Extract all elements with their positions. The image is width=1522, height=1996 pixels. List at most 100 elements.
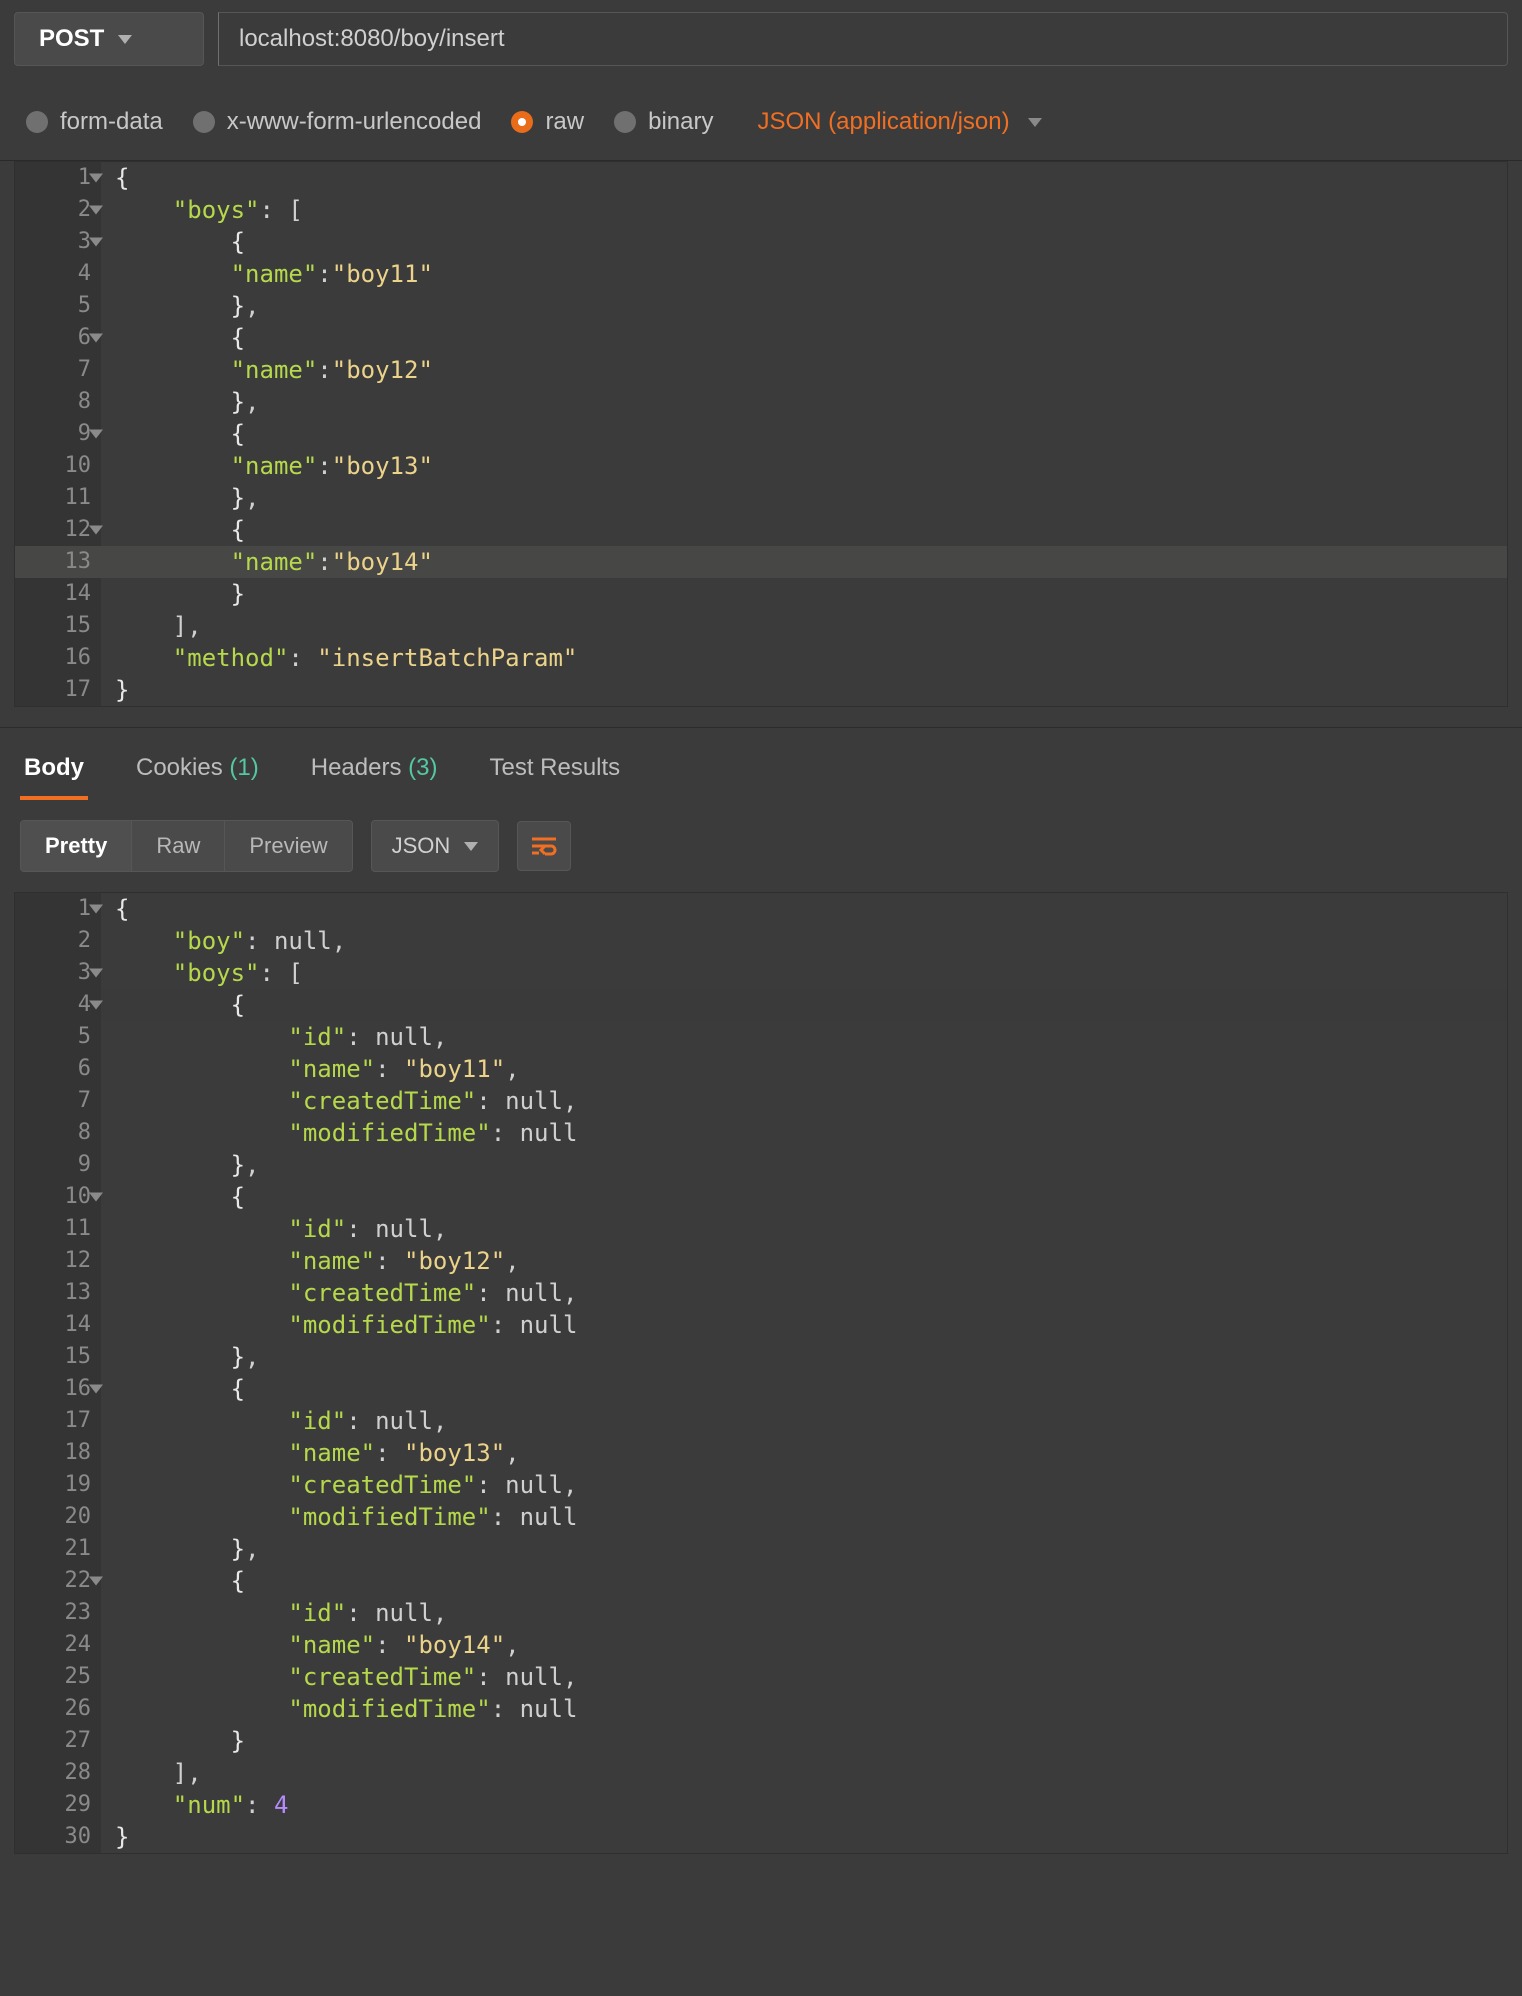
line-number[interactable]: 3 xyxy=(15,957,101,989)
code-cell[interactable]: { xyxy=(101,989,1507,1021)
code-line: 16 { xyxy=(15,1373,1507,1405)
code-cell[interactable]: "id": null, xyxy=(101,1597,1507,1629)
http-method-select[interactable]: POST xyxy=(14,12,204,66)
tab-test-results[interactable]: Test Results xyxy=(485,744,624,800)
code-cell[interactable]: "id": null, xyxy=(101,1213,1507,1245)
line-number[interactable]: 1 xyxy=(15,162,101,194)
code-cell[interactable]: "modifiedTime": null xyxy=(101,1117,1507,1149)
code-cell[interactable]: "name": "boy13", xyxy=(101,1437,1507,1469)
code-cell[interactable]: "id": null, xyxy=(101,1021,1507,1053)
code-cell[interactable]: "id": null, xyxy=(101,1405,1507,1437)
code-cell[interactable]: { xyxy=(101,226,1507,258)
tab-label: Body xyxy=(24,754,84,781)
line-number: 5 xyxy=(15,1021,101,1053)
code-cell[interactable]: { xyxy=(101,1565,1507,1597)
code-cell[interactable]: { xyxy=(101,893,1507,925)
code-cell[interactable]: "createdTime": null, xyxy=(101,1085,1507,1117)
code-cell[interactable]: }, xyxy=(101,1341,1507,1373)
radio-form-data[interactable]: form-data xyxy=(26,108,163,136)
code-cell[interactable]: }, xyxy=(101,1149,1507,1181)
tab-headers[interactable]: Headers (3) xyxy=(307,744,442,800)
code-line: 7 "createdTime": null, xyxy=(15,1085,1507,1117)
response-format-select[interactable]: JSON xyxy=(371,820,500,872)
code-cell[interactable]: "name":"boy12" xyxy=(101,354,1507,386)
code-cell[interactable]: "createdTime": null, xyxy=(101,1469,1507,1501)
view-raw-button[interactable]: Raw xyxy=(132,821,225,871)
code-line: 26 "modifiedTime": null xyxy=(15,1693,1507,1725)
code-cell[interactable]: "modifiedTime": null xyxy=(101,1693,1507,1725)
line-number[interactable]: 10 xyxy=(15,1181,101,1213)
response-body-viewer[interactable]: 1{2 "boy": null,3 "boys": [4 {5 "id": nu… xyxy=(14,892,1508,1854)
code-cell[interactable]: "name":"boy13" xyxy=(101,450,1507,482)
line-number: 16 xyxy=(15,642,101,674)
code-cell[interactable]: } xyxy=(101,1725,1507,1757)
code-cell[interactable]: "name": "boy12", xyxy=(101,1245,1507,1277)
request-body-editor[interactable]: 1{2 "boys": [3 {4 "name":"boy11"5 },6 {7… xyxy=(14,161,1508,707)
code-cell[interactable]: "createdTime": null, xyxy=(101,1661,1507,1693)
code-cell[interactable]: "name":"boy11" xyxy=(101,258,1507,290)
count-badge: (3) xyxy=(408,754,437,781)
code-cell[interactable]: } xyxy=(101,1821,1507,1853)
code-cell[interactable]: }, xyxy=(101,1533,1507,1565)
line-number: 14 xyxy=(15,578,101,610)
line-number: 9 xyxy=(15,1149,101,1181)
tab-label: Test Results xyxy=(489,754,620,781)
code-cell[interactable]: { xyxy=(101,1181,1507,1213)
line-number[interactable]: 22 xyxy=(15,1565,101,1597)
code-cell[interactable]: "boys": [ xyxy=(101,957,1507,989)
code-cell[interactable]: ], xyxy=(101,1757,1507,1789)
line-number[interactable]: 12 xyxy=(15,514,101,546)
code-cell[interactable]: { xyxy=(101,418,1507,450)
radio-raw[interactable]: raw xyxy=(511,108,584,136)
code-cell[interactable]: }, xyxy=(101,290,1507,322)
line-number: 14 xyxy=(15,1309,101,1341)
line-number[interactable]: 4 xyxy=(15,989,101,1021)
code-cell[interactable]: { xyxy=(101,162,1507,194)
code-line: 4 { xyxy=(15,989,1507,1021)
code-cell[interactable]: "createdTime": null, xyxy=(101,1277,1507,1309)
code-cell[interactable]: { xyxy=(101,322,1507,354)
line-number: 29 xyxy=(15,1789,101,1821)
code-cell[interactable]: "method": "insertBatchParam" xyxy=(101,642,1507,674)
line-number[interactable]: 9 xyxy=(15,418,101,450)
line-number[interactable]: 16 xyxy=(15,1373,101,1405)
radio-label: x-www-form-urlencoded xyxy=(227,108,482,136)
wrap-lines-button[interactable] xyxy=(517,821,571,871)
code-cell[interactable]: ], xyxy=(101,610,1507,642)
tab-body[interactable]: Body xyxy=(20,744,88,800)
code-cell[interactable]: "modifiedTime": null xyxy=(101,1501,1507,1533)
tab-cookies[interactable]: Cookies (1) xyxy=(132,744,263,800)
radio-urlencoded[interactable]: x-www-form-urlencoded xyxy=(193,108,482,136)
code-line: 1{ xyxy=(15,893,1507,925)
request-url-input[interactable]: localhost:8080/boy/insert xyxy=(218,12,1508,66)
code-cell[interactable]: }, xyxy=(101,482,1507,514)
code-line: 6 "name": "boy11", xyxy=(15,1053,1507,1085)
line-number: 11 xyxy=(15,482,101,514)
line-number[interactable]: 1 xyxy=(15,893,101,925)
line-number[interactable]: 6 xyxy=(15,322,101,354)
code-cell[interactable]: "num": 4 xyxy=(101,1789,1507,1821)
line-number[interactable]: 3 xyxy=(15,226,101,258)
radio-binary[interactable]: binary xyxy=(614,108,713,136)
code-cell[interactable]: "boys": [ xyxy=(101,194,1507,226)
view-mode-group: Pretty Raw Preview xyxy=(20,820,353,872)
code-cell[interactable]: "boy": null, xyxy=(101,925,1507,957)
view-pretty-button[interactable]: Pretty xyxy=(21,821,132,871)
code-cell[interactable]: { xyxy=(101,1373,1507,1405)
request-url-text: localhost:8080/boy/insert xyxy=(239,25,505,53)
code-cell[interactable]: }, xyxy=(101,386,1507,418)
content-type-label: JSON (application/json) xyxy=(757,108,1009,136)
code-line: 1{ xyxy=(15,162,1507,194)
view-preview-button[interactable]: Preview xyxy=(225,821,351,871)
content-type-select[interactable]: JSON (application/json) xyxy=(757,108,1041,136)
code-cell[interactable]: } xyxy=(101,578,1507,610)
code-cell[interactable]: { xyxy=(101,514,1507,546)
line-number[interactable]: 2 xyxy=(15,194,101,226)
code-line: 5 "id": null, xyxy=(15,1021,1507,1053)
code-cell[interactable]: } xyxy=(101,674,1507,706)
code-cell[interactable]: "name": "boy14", xyxy=(101,1629,1507,1661)
line-number: 13 xyxy=(15,1277,101,1309)
code-cell[interactable]: "name": "boy11", xyxy=(101,1053,1507,1085)
code-cell[interactable]: "modifiedTime": null xyxy=(101,1309,1507,1341)
code-cell[interactable]: "name":"boy14" xyxy=(101,546,1507,578)
